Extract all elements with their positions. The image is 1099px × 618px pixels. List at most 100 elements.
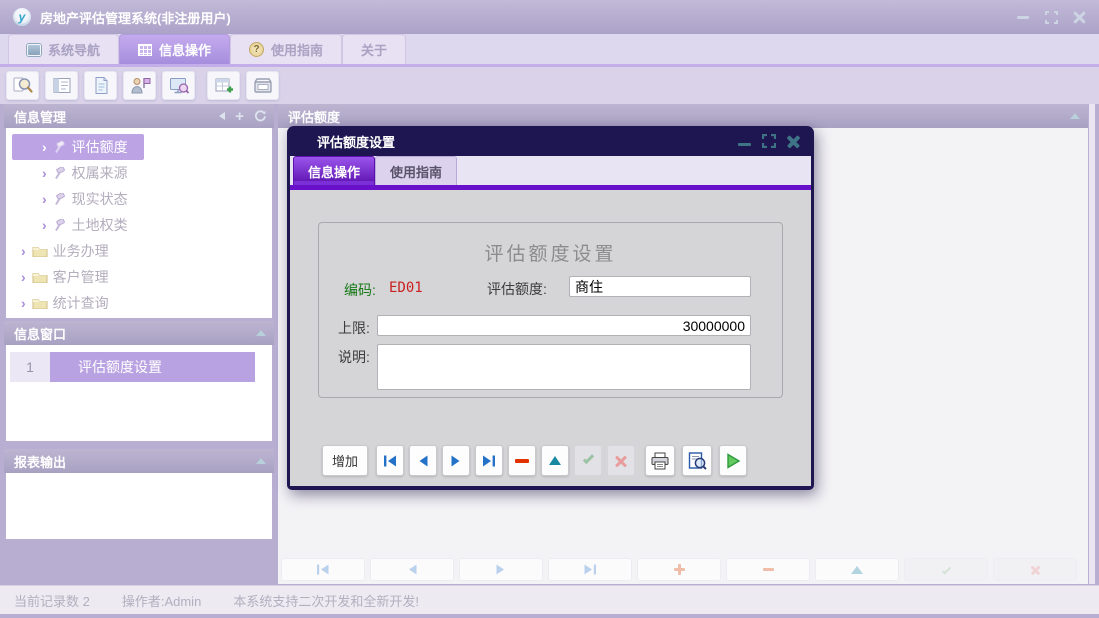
- desc-textarea[interactable]: [377, 344, 751, 390]
- preview-button[interactable]: [682, 445, 712, 476]
- plus-icon: [674, 564, 685, 575]
- grid-icon: [138, 44, 152, 56]
- gavel-icon: [53, 141, 67, 154]
- run-button[interactable]: [719, 445, 747, 476]
- window-list-item[interactable]: 1 评估额度设置: [10, 352, 272, 382]
- quota-input[interactable]: [569, 276, 751, 297]
- cancel-button[interactable]: [607, 445, 635, 476]
- chevron-right-icon: ›: [42, 165, 47, 181]
- record-last-button[interactable]: [548, 558, 632, 581]
- collapse-left-icon[interactable]: [219, 112, 225, 120]
- window-minimize-button[interactable]: [1015, 9, 1031, 25]
- dialog-button-row: 增加: [290, 445, 811, 479]
- record-first-button[interactable]: [281, 558, 365, 581]
- chevron-right-icon: ›: [42, 191, 47, 207]
- collapse-up-icon[interactable]: [256, 458, 266, 464]
- tree-item-assessment-quota[interactable]: › 评估额度: [12, 134, 144, 160]
- record-edit-button[interactable]: [815, 558, 899, 581]
- app-title: 房地产评估管理系统(非注册用户): [40, 8, 231, 27]
- cross-icon: [615, 455, 627, 467]
- check-icon: [941, 565, 950, 574]
- chevron-right-icon: ›: [42, 217, 47, 233]
- gavel-icon: [53, 219, 67, 232]
- dialog-tab-info-operation[interactable]: 信息操作: [293, 156, 375, 185]
- tree-item-land-right-type[interactable]: › 土地权类: [6, 212, 272, 238]
- minus-icon: [763, 568, 774, 571]
- dialog-titlebar[interactable]: 评估额度设置: [287, 126, 814, 156]
- dialog-minimize-button[interactable]: [738, 143, 751, 146]
- dialog-close-button[interactable]: [787, 135, 800, 148]
- chevron-right-icon: ›: [21, 243, 26, 259]
- dialog-tab-user-guide[interactable]: 使用指南: [375, 156, 457, 185]
- menu-tab-info-operation[interactable]: 信息操作: [119, 34, 230, 64]
- form-view-icon[interactable]: [45, 71, 78, 100]
- status-record-count: 当前记录数 2: [14, 591, 90, 610]
- window-close-button[interactable]: [1071, 9, 1087, 25]
- bottom-record-toolbar: [281, 558, 1077, 581]
- window-restore-button[interactable]: [1043, 9, 1059, 25]
- refresh-icon[interactable]: [254, 110, 266, 122]
- cross-icon: [1030, 565, 1040, 575]
- chevron-right-icon: ›: [42, 139, 47, 155]
- record-add-button[interactable]: [637, 558, 721, 581]
- nav-first-button[interactable]: [376, 445, 404, 476]
- menu-tab-system-nav[interactable]: 系统导航: [8, 34, 119, 64]
- nav-last-button[interactable]: [475, 445, 503, 476]
- app-logo-icon: y: [13, 8, 31, 26]
- dialog-assessment-quota-settings: 评估额度设置 信息操作 使用指南 评估额度设置 编码: ED01 评估额度: 上…: [287, 126, 814, 490]
- chevron-right-icon: ›: [21, 295, 26, 311]
- status-operator: 操作者:Admin: [122, 591, 201, 610]
- folder-tray-icon[interactable]: [246, 71, 279, 100]
- info-tree: › 评估额度 › 权属来源 › 现实状态 › 土地权类: [6, 128, 272, 318]
- window-item-label: 评估额度设置: [50, 352, 255, 382]
- collapse-up-icon[interactable]: [256, 330, 266, 336]
- dialog-title: 评估额度设置: [317, 132, 395, 151]
- record-next-button[interactable]: [459, 558, 543, 581]
- dialog-tab-strip: 信息操作 使用指南: [290, 156, 811, 185]
- add-record-button[interactable]: 增加: [322, 445, 368, 476]
- menu-tab-user-guide[interactable]: ? 使用指南: [230, 34, 342, 64]
- tree-item-current-status[interactable]: › 现实状态: [6, 186, 272, 212]
- folder-icon: [32, 297, 48, 309]
- add-icon[interactable]: +: [235, 109, 244, 124]
- confirm-button[interactable]: [574, 445, 602, 476]
- code-value: ED01: [389, 280, 423, 296]
- status-message: 本系统支持二次开发和全新开发!: [233, 591, 419, 610]
- window-item-index: 1: [10, 352, 50, 382]
- desc-label: 说明:: [338, 347, 370, 367]
- scrollbar-strip[interactable]: [1089, 104, 1095, 584]
- tree-item-business-handling[interactable]: › 业务办理: [6, 238, 272, 264]
- limit-label: 上限:: [338, 318, 370, 338]
- document-icon[interactable]: [84, 71, 117, 100]
- main-toolbar: [0, 67, 1099, 104]
- limit-input[interactable]: [377, 315, 751, 336]
- chevron-right-icon: ›: [21, 269, 26, 285]
- tree-item-ownership-source[interactable]: › 权属来源: [6, 160, 272, 186]
- edit-record-button[interactable]: [541, 445, 569, 476]
- record-prev-button[interactable]: [370, 558, 454, 581]
- delete-record-button[interactable]: [508, 445, 536, 476]
- panel-header-report-output: 报表输出: [4, 449, 274, 473]
- dialog-maximize-button[interactable]: [762, 134, 776, 148]
- table-add-icon[interactable]: [207, 71, 240, 100]
- panel-header-info-management: 信息管理 +: [4, 104, 274, 128]
- print-button[interactable]: [645, 445, 675, 476]
- titlebar: y 房地产评估管理系统(非注册用户): [0, 0, 1099, 34]
- tree-item-statistics-query[interactable]: › 统计查询: [6, 290, 272, 316]
- operator-icon[interactable]: [123, 71, 156, 100]
- tree-item-customer-management[interactable]: › 客户管理: [6, 264, 272, 290]
- main-panel-header: 评估额度: [278, 104, 1088, 128]
- menu-tab-about[interactable]: 关于: [342, 34, 406, 64]
- collapse-up-icon[interactable]: [1070, 113, 1080, 119]
- menu-bar: 系统导航 信息操作 ? 使用指南 关于: [0, 34, 1099, 67]
- monitor-search-icon[interactable]: [162, 71, 195, 100]
- record-cancel-button[interactable]: [993, 558, 1077, 581]
- nav-next-button[interactable]: [442, 445, 470, 476]
- folder-icon: [32, 271, 48, 283]
- record-confirm-button[interactable]: [904, 558, 988, 581]
- dialog-body: 评估额度设置 编码: ED01 评估额度: 上限: 说明: 增加: [290, 190, 811, 486]
- nav-prev-button[interactable]: [409, 445, 437, 476]
- search-icon[interactable]: [6, 71, 39, 100]
- panel-header-info-window: 信息窗口: [4, 321, 274, 345]
- record-delete-button[interactable]: [726, 558, 810, 581]
